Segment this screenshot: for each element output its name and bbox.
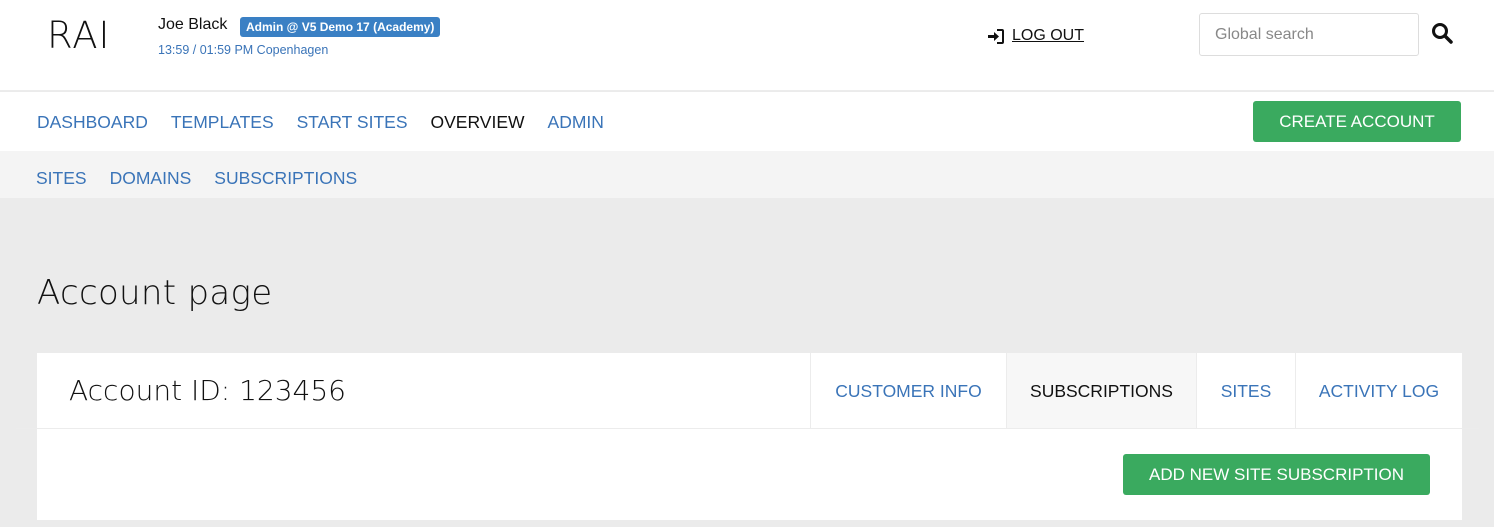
top-header: RAI Joe Black Admin @ V5 Demo 17 (Academ… bbox=[0, 0, 1494, 91]
nav-item-start-sites[interactable]: START SITES bbox=[297, 112, 408, 133]
logout-label: LOG OUT bbox=[1012, 27, 1085, 44]
app-logo[interactable]: RAI bbox=[47, 14, 110, 57]
account-tabs: CUSTOMER INFO SUBSCRIPTIONS SITES ACTIVI… bbox=[810, 353, 1462, 429]
nav-item-overview[interactable]: OVERVIEW bbox=[431, 112, 525, 133]
nav-item-templates[interactable]: TEMPLATES bbox=[171, 112, 274, 133]
account-id: Account ID: 123456 bbox=[69, 374, 346, 407]
sub-nav: SITES DOMAINS SUBSCRIPTIONS bbox=[0, 151, 1494, 198]
add-site-subscription-button[interactable]: ADD NEW SITE SUBSCRIPTION bbox=[1123, 454, 1430, 495]
divider bbox=[16, 428, 1479, 429]
role-badge: Admin @ V5 Demo 17 (Academy) bbox=[240, 17, 441, 37]
create-account-button[interactable]: CREATE ACCOUNT bbox=[1253, 101, 1461, 142]
logout-link[interactable]: LOG OUT bbox=[987, 27, 1084, 45]
subnav-item-subscriptions[interactable]: SUBSCRIPTIONS bbox=[214, 168, 357, 189]
magnifier-icon[interactable] bbox=[1430, 21, 1454, 45]
tab-subscriptions[interactable]: SUBSCRIPTIONS bbox=[1006, 353, 1196, 429]
subnav-item-domains[interactable]: DOMAINS bbox=[110, 168, 192, 189]
user-name: Joe Black bbox=[158, 16, 228, 33]
tab-sites[interactable]: SITES bbox=[1196, 353, 1295, 429]
clock-text: 13:59 / 01:59 PM Copenhagen bbox=[158, 43, 329, 57]
tab-activity-log[interactable]: ACTIVITY LOG bbox=[1295, 353, 1462, 429]
nav-item-admin[interactable]: ADMIN bbox=[548, 112, 604, 133]
page-title: Account page bbox=[37, 273, 273, 313]
sign-out-icon bbox=[988, 28, 1004, 44]
tab-customer-info[interactable]: CUSTOMER INFO bbox=[810, 353, 1006, 429]
global-search-input[interactable] bbox=[1199, 13, 1419, 56]
subnav-item-sites[interactable]: SITES bbox=[36, 168, 87, 189]
panel-header: Account ID: 123456 CUSTOMER INFO SUBSCRI… bbox=[37, 353, 1462, 429]
account-panel: Account ID: 123456 CUSTOMER INFO SUBSCRI… bbox=[37, 353, 1462, 520]
nav-item-dashboard[interactable]: DASHBOARD bbox=[37, 112, 148, 133]
main-nav: DASHBOARD TEMPLATES START SITES OVERVIEW… bbox=[0, 92, 1494, 151]
